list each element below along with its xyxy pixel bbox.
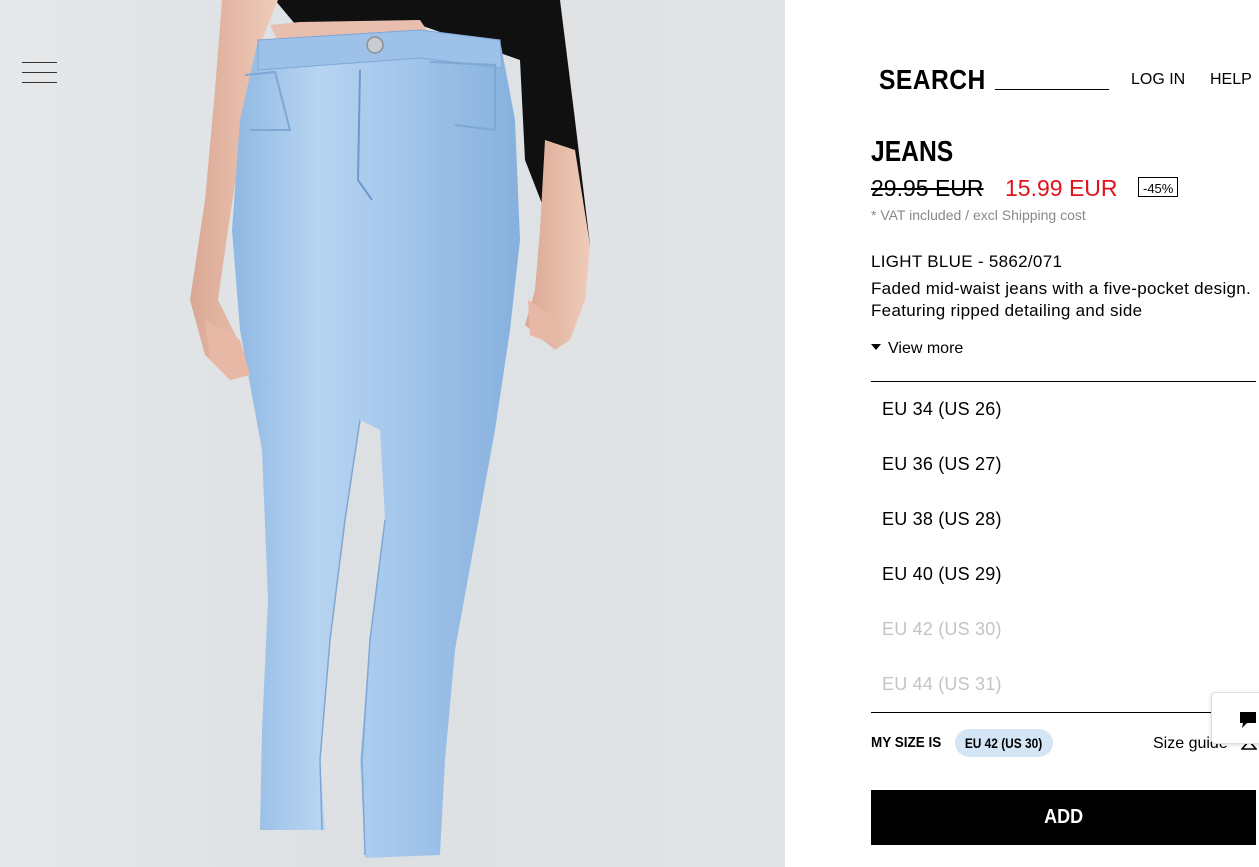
login-link[interactable]: LOG IN <box>1131 71 1185 89</box>
size-list-bottom-divider <box>871 712 1256 713</box>
size-option[interactable]: EU 38 (US 28) <box>882 509 1002 530</box>
search-button[interactable]: SEARCH <box>879 64 986 96</box>
my-size-value: EU 42 (US 30) <box>965 735 1043 751</box>
discount-badge: -45% <box>1138 177 1179 197</box>
size-option[interactable]: EU 40 (US 29) <box>882 564 1002 585</box>
triangle-down-icon <box>871 343 881 350</box>
my-size-label: MY SIZE IS <box>871 734 942 751</box>
vat-note: * VAT included / excl Shipping cost <box>871 207 1086 223</box>
product-title: JEANS <box>871 136 954 168</box>
product-photo-illustration <box>190 0 590 858</box>
color-reference: LIGHT BLUE - 5862/071 <box>871 252 1063 271</box>
size-list-top-divider <box>871 381 1256 382</box>
old-price: 29.95 EUR <box>871 175 984 201</box>
size-option-unavailable[interactable]: EU 42 (US 30) <box>882 619 1002 640</box>
chat-button[interactable] <box>1211 692 1259 744</box>
chat-icon <box>1240 712 1256 728</box>
view-more-toggle[interactable]: View more <box>871 340 963 358</box>
product-panel: SEARCH LOG IN HELP JEANS 29.95 EUR 15.99… <box>785 0 1259 867</box>
product-description: Faded mid-waist jeans with a five-pocket… <box>871 279 1252 320</box>
my-size-badge[interactable]: EU 42 (US 30) <box>955 729 1053 757</box>
menu-icon[interactable] <box>22 60 58 86</box>
view-more-label: View more <box>888 340 964 357</box>
sale-price: 15.99 EUR <box>1005 175 1118 201</box>
size-option[interactable]: EU 34 (US 26) <box>882 399 1002 420</box>
search-input-underline[interactable] <box>995 89 1109 90</box>
add-to-cart-button[interactable]: ADD <box>871 790 1256 845</box>
help-link[interactable]: HELP <box>1210 71 1252 89</box>
size-option-unavailable[interactable]: EU 44 (US 31) <box>882 674 1002 695</box>
product-image[interactable] <box>0 0 785 867</box>
add-button-label: ADD <box>1043 806 1084 828</box>
size-option[interactable]: EU 36 (US 27) <box>882 454 1002 475</box>
